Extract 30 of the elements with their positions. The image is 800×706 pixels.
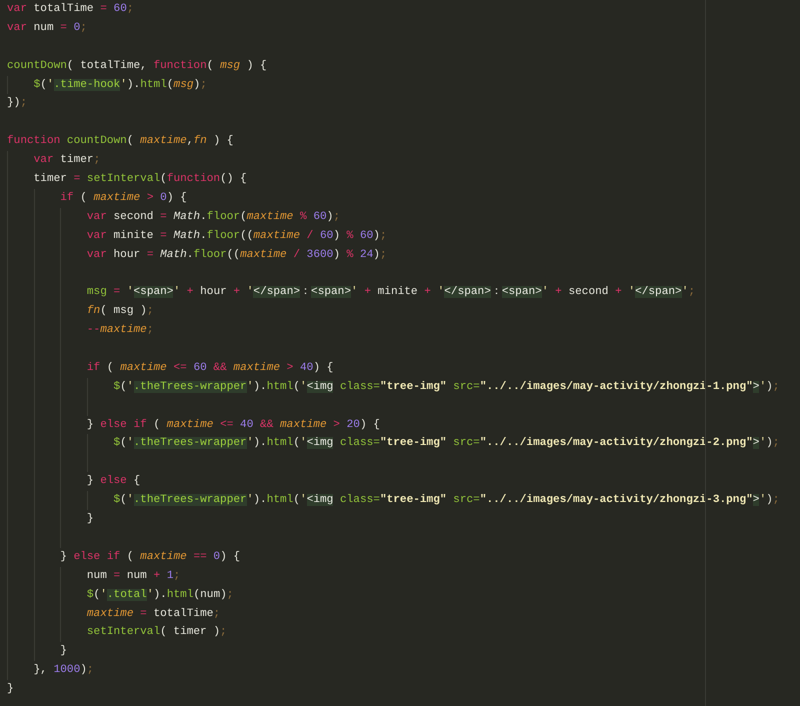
code-line: if ( maxtime > 0) { bbox=[60, 190, 187, 206]
code-line: } else { bbox=[86, 474, 140, 490]
code-line: var minite = Math.floor((maxtime / 60) % 60); bbox=[86, 228, 387, 244]
code-line: var hour = Math.floor((maxtime / 3600) % 24); bbox=[86, 248, 387, 263]
code-line: if ( maxtime <= 60 && maxtime > 40) { bbox=[86, 360, 334, 376]
code-line: } bbox=[7, 682, 14, 698]
code-line: } else if ( maxtime == 0) { bbox=[60, 550, 240, 565]
code-line: $('.theTrees-wrapper').html('<img class="tree-img" src="../../images/may-activity/zhongzi-1.png">'); bbox=[114, 380, 780, 395]
code-line: timer = setInterval(function() { bbox=[34, 172, 247, 188]
code-line: var second = Math.floor(maxtime % 60); bbox=[86, 210, 340, 225]
code-line: $('.total').html(num); bbox=[86, 588, 234, 603]
code-line: msg = '<span>' + hour + '</span>：<span>' + minite + '</span>：<span>' + second + '</span>'; bbox=[86, 285, 696, 300]
code-line: var num = 0; bbox=[7, 20, 87, 36]
code-line: var totalTime = 60; bbox=[7, 2, 134, 17]
code-line: } bbox=[60, 644, 67, 660]
code-line: countDown( totalTime, function( msg ) { bbox=[7, 58, 267, 74]
code-line: } else if ( maxtime <= 40 && maxtime > 20) { bbox=[86, 418, 380, 433]
code-line: $('.theTrees-wrapper').html('<img class="tree-img" src="../../images/may-activity/zhongzi-3.png">'); bbox=[114, 493, 780, 508]
code-line: } bbox=[86, 512, 94, 528]
code-line: $('.time-hook').html(msg); bbox=[34, 78, 207, 93]
code-line: fn( msg ); bbox=[86, 304, 154, 320]
code-line: num = num + 1; bbox=[86, 568, 180, 584]
code-line: var timer; bbox=[34, 153, 100, 168]
code-line: --maxtime; bbox=[86, 323, 154, 338]
code-line: }); bbox=[7, 96, 27, 112]
code-line: setInterval( timer ); bbox=[86, 625, 227, 640]
code-line: function countDown( maxtime,fn ) { bbox=[7, 134, 234, 150]
code-line: $('.theTrees-wrapper').html('<img class="tree-img" src="../../images/may-activity/zhongzi-2.png">'); bbox=[114, 436, 780, 452]
code-line: }, 1000); bbox=[34, 663, 94, 678]
code-line: maxtime = totalTime; bbox=[86, 606, 220, 622]
